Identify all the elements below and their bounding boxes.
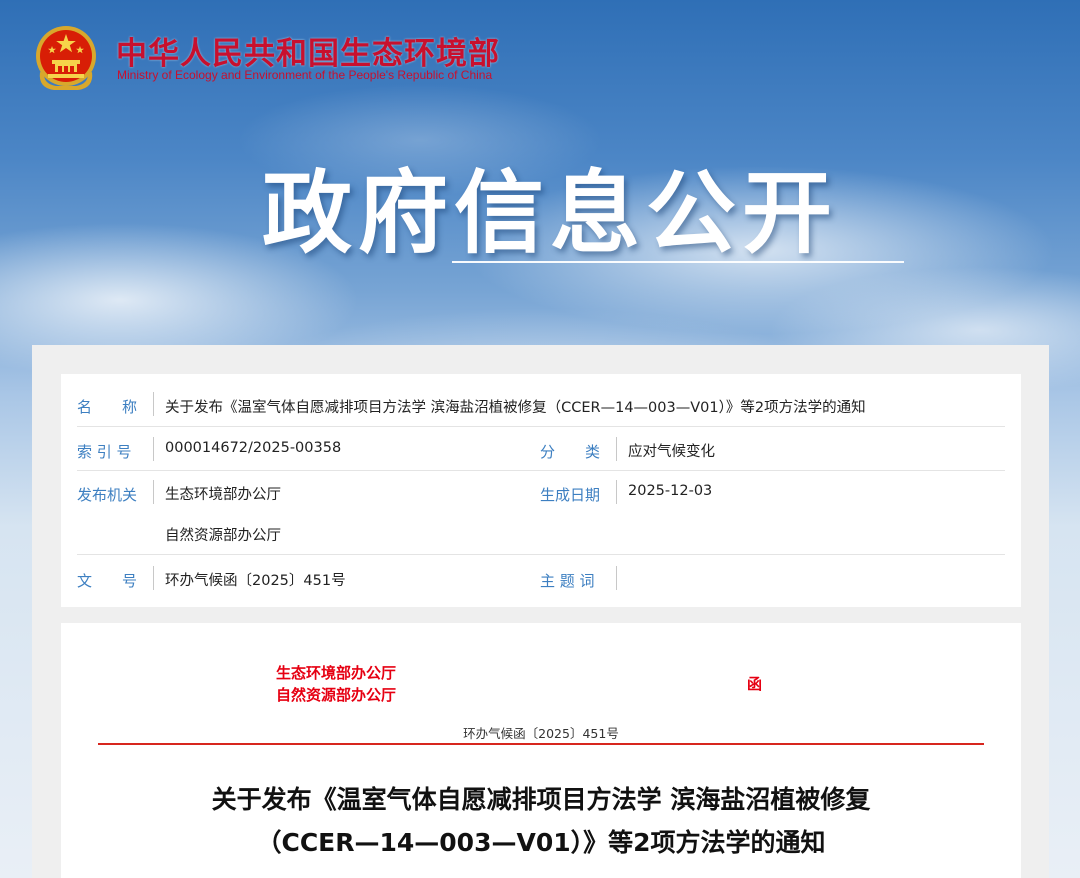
- issuer-value-1: 生态环境部办公厅: [165, 487, 281, 503]
- document-type: 函: [747, 675, 763, 693]
- document-title-line-2: （CCER—14—003—V01）》等2项方法学的通知: [256, 828, 826, 857]
- document-number: 环办气候函〔2025〕451号: [463, 726, 619, 741]
- issuer-value-2: 自然资源部办公厅: [165, 528, 281, 544]
- site-subtitle: Ministry of Ecology and Environment of t…: [117, 68, 493, 82]
- row-separator: [616, 437, 617, 461]
- document-issuer-1: 生态环境部办公厅: [276, 664, 397, 682]
- date-label: 生成日期: [540, 486, 601, 504]
- name-value: 关于发布《温室气体自愿减排项目方法学 滨海盐沼植被修复（CCER—14—003—…: [165, 400, 866, 416]
- subject-label: 主 题 词: [540, 572, 595, 590]
- date-value: 2025-12-03: [628, 483, 713, 499]
- row-separator: [153, 392, 154, 416]
- document-body: 生态环境部办公厅 自然资源部办公厅 函 环办气候函〔2025〕451号 关于发布…: [61, 623, 1021, 878]
- metadata-row-docno: 文 号 环办气候函〔2025〕451号 主 题 词: [77, 555, 1005, 599]
- document-issuer-2: 自然资源部办公厅: [276, 686, 397, 704]
- national-emblem-icon[interactable]: [30, 22, 102, 94]
- index-label: 索 引 号: [77, 443, 132, 461]
- name-label: 名 称: [77, 398, 138, 416]
- docno-value: 环办气候函〔2025〕451号: [165, 573, 346, 589]
- row-separator: [616, 480, 617, 504]
- hero-divider: [452, 261, 904, 263]
- row-separator: [153, 480, 154, 504]
- row-separator: [153, 437, 154, 461]
- metadata-row-name: 名 称 关于发布《温室气体自愿减排项目方法学 滨海盐沼植被修复（CCER—14—…: [77, 382, 1005, 427]
- issuer-label: 发布机关: [77, 486, 138, 504]
- document-red-rule: [98, 743, 984, 745]
- site-title[interactable]: 中华人民共和国生态环境部: [116, 28, 500, 73]
- row-separator: [616, 566, 617, 590]
- row-separator: [153, 566, 154, 590]
- index-value: 000014672/2025-00358: [165, 440, 342, 456]
- metadata-panel: 名 称 关于发布《温室气体自愿减排项目方法学 滨海盐沼植被修复（CCER—14—…: [61, 374, 1021, 607]
- metadata-row-issuer: 发布机关 生态环境部办公厅 自然资源部办公厅 生成日期 2025-12-03: [77, 471, 1005, 555]
- docno-label: 文 号: [77, 572, 138, 590]
- hero-title: 政府信息公开: [262, 161, 838, 266]
- category-label: 分 类: [540, 443, 601, 461]
- category-value: 应对气候变化: [628, 444, 715, 460]
- document-title-line-1: 关于发布《温室气体自愿减排项目方法学 滨海盐沼植被修复: [211, 785, 871, 814]
- metadata-row-index: 索 引 号 000014672/2025-00358 分 类 应对气候变化: [77, 427, 1005, 471]
